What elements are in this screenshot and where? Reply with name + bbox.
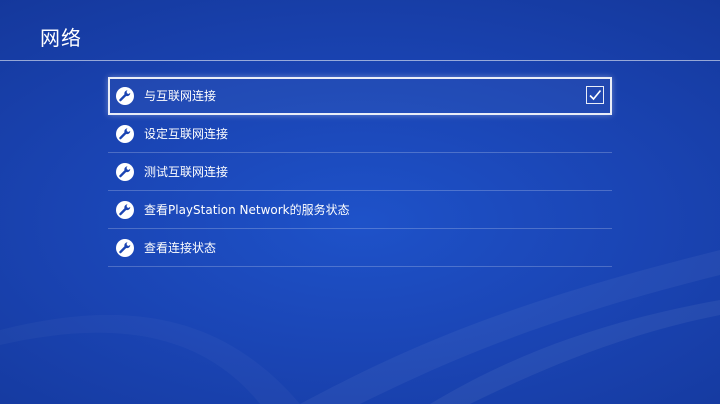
menu-item-label: 与互联网连接 — [144, 89, 217, 103]
network-menu: 与互联网连接 设定互联网连接 测试互联网连接 查看PlayStation Net… — [108, 77, 612, 267]
wrench-icon — [116, 125, 134, 143]
wrench-icon — [116, 201, 134, 219]
check-icon — [589, 89, 602, 101]
menu-item-setup-internet-connection[interactable]: 设定互联网连接 — [108, 115, 612, 153]
wrench-icon — [116, 239, 134, 257]
page-title: 网络 — [40, 26, 82, 50]
page-header: 网络 — [0, 0, 720, 61]
menu-item-psn-service-status[interactable]: 查看PlayStation Network的服务状态 — [108, 191, 612, 229]
checked-checkbox[interactable] — [586, 86, 604, 104]
menu-item-view-connection-status[interactable]: 查看连接状态 — [108, 229, 612, 267]
wrench-icon — [116, 163, 134, 181]
wrench-icon — [116, 87, 134, 105]
menu-item-test-internet-connection[interactable]: 测试互联网连接 — [108, 153, 612, 191]
menu-item-label: 测试互联网连接 — [144, 165, 229, 179]
menu-item-label: 设定互联网连接 — [144, 127, 229, 141]
menu-item-label: 查看连接状态 — [144, 241, 217, 255]
menu-item-connect-to-internet[interactable]: 与互联网连接 — [108, 77, 612, 115]
menu-item-label: 查看PlayStation Network的服务状态 — [144, 203, 350, 217]
